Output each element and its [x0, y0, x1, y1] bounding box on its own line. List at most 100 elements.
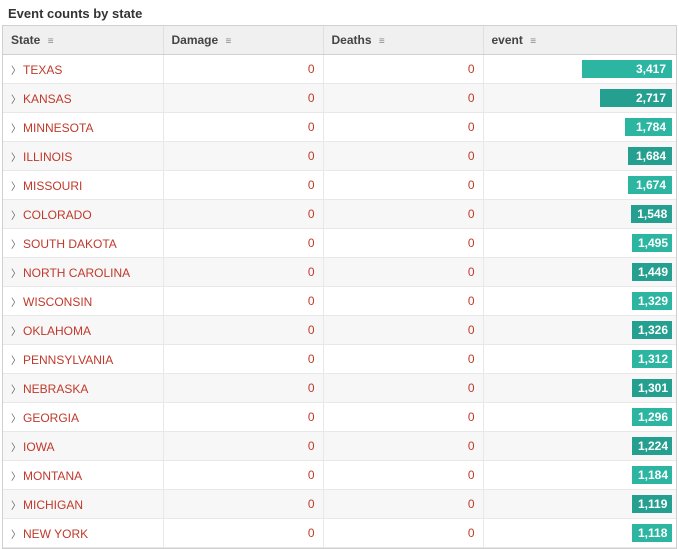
event-value: 1,684	[628, 147, 672, 165]
state-name: PENNSYLVANIA	[23, 353, 113, 367]
cell-state: 〉PENNSYLVANIA	[3, 345, 163, 374]
table-row: 〉MISSOURI00 1,674	[3, 171, 676, 200]
expand-icon[interactable]: 〉	[11, 211, 21, 222]
expand-icon[interactable]: 〉	[11, 269, 21, 280]
table-row: 〉WISCONSIN00 1,329	[3, 287, 676, 316]
cell-deaths: 0	[323, 519, 483, 548]
table-row: 〉SOUTH DAKOTA00 1,495	[3, 229, 676, 258]
state-name: MICHIGAN	[23, 498, 83, 512]
cell-damage: 0	[163, 84, 323, 113]
cell-event: 1,674	[483, 171, 676, 200]
sort-icon-event[interactable]: ≡	[530, 36, 536, 47]
event-bar-container: 1,184	[492, 466, 673, 484]
col-header-state[interactable]: State ≡	[3, 26, 163, 55]
state-name: NORTH CAROLINA	[23, 266, 130, 280]
expand-icon[interactable]: 〉	[11, 298, 21, 309]
sort-icon-deaths[interactable]: ≡	[379, 36, 385, 47]
cell-event: 1,119	[483, 490, 676, 519]
event-value: 1,784	[625, 118, 672, 136]
cell-damage: 0	[163, 287, 323, 316]
cell-event: 1,224	[483, 432, 676, 461]
state-name: COLORADO	[23, 208, 92, 222]
expand-icon[interactable]: 〉	[11, 472, 21, 483]
cell-state: 〉WISCONSIN	[3, 287, 163, 316]
cell-state: 〉MONTANA	[3, 461, 163, 490]
cell-damage: 0	[163, 461, 323, 490]
table-row: 〉OKLAHOMA00 1,326	[3, 316, 676, 345]
expand-icon[interactable]: 〉	[11, 240, 21, 251]
cell-damage: 0	[163, 55, 323, 84]
sort-icon-damage[interactable]: ≡	[226, 36, 232, 47]
table-row: 〉NORTH CAROLINA00 1,449	[3, 258, 676, 287]
cell-event: 1,329	[483, 287, 676, 316]
cell-event: 1,495	[483, 229, 676, 258]
expand-icon[interactable]: 〉	[11, 153, 21, 164]
event-bar-container: 1,118	[492, 524, 673, 542]
table-header-row: State ≡ Damage ≡ Deaths ≡ event ≡	[3, 26, 676, 55]
event-value: 1,674	[628, 176, 672, 194]
state-name: SOUTH DAKOTA	[23, 237, 117, 251]
cell-state: 〉GEORGIA	[3, 403, 163, 432]
cell-event: 1,449	[483, 258, 676, 287]
cell-deaths: 0	[323, 287, 483, 316]
event-value: 1,548	[631, 205, 672, 223]
cell-event: 1,118	[483, 519, 676, 548]
table-row: 〉ILLINOIS00 1,684	[3, 142, 676, 171]
cell-event: 1,301	[483, 374, 676, 403]
expand-icon[interactable]: 〉	[11, 66, 21, 77]
event-bar-container: 1,548	[492, 205, 673, 223]
table-row: 〉COLORADO00 1,548	[3, 200, 676, 229]
cell-state: 〉KANSAS	[3, 84, 163, 113]
expand-icon[interactable]: 〉	[11, 414, 21, 425]
table-row: 〉KANSAS00 2,717	[3, 84, 676, 113]
data-table: State ≡ Damage ≡ Deaths ≡ event ≡ 〉TEXAS…	[3, 26, 676, 548]
expand-icon[interactable]: 〉	[11, 182, 21, 193]
cell-state: 〉MISSOURI	[3, 171, 163, 200]
state-name: IOWA	[23, 440, 55, 454]
cell-deaths: 0	[323, 461, 483, 490]
event-value: 3,417	[582, 60, 672, 78]
cell-state: 〉OKLAHOMA	[3, 316, 163, 345]
state-name: WISCONSIN	[23, 295, 92, 309]
table-row: 〉PENNSYLVANIA00 1,312	[3, 345, 676, 374]
sort-icon-state[interactable]: ≡	[48, 36, 54, 47]
event-value: 1,449	[632, 263, 672, 281]
cell-damage: 0	[163, 374, 323, 403]
cell-state: 〉MICHIGAN	[3, 490, 163, 519]
table-row: 〉TEXAS 00 3,417	[3, 55, 676, 84]
cell-deaths: 0	[323, 142, 483, 171]
cell-state: 〉SOUTH DAKOTA	[3, 229, 163, 258]
cell-damage: 0	[163, 316, 323, 345]
cell-damage: 0	[163, 432, 323, 461]
state-name: TEXAS	[23, 63, 62, 77]
cell-state: 〉NEW YORK	[3, 519, 163, 548]
event-value: 2,717	[600, 89, 672, 107]
expand-icon[interactable]: 〉	[11, 501, 21, 512]
cell-event: 1,784	[483, 113, 676, 142]
event-value: 1,184	[632, 466, 672, 484]
expand-icon[interactable]: 〉	[11, 385, 21, 396]
col-header-event[interactable]: event ≡	[483, 26, 676, 55]
cell-state: 〉NORTH CAROLINA	[3, 258, 163, 287]
col-header-damage[interactable]: Damage ≡	[163, 26, 323, 55]
expand-icon[interactable]: 〉	[11, 124, 21, 135]
event-value: 1,495	[632, 234, 672, 252]
expand-icon[interactable]: 〉	[11, 356, 21, 367]
cell-damage: 0	[163, 142, 323, 171]
expand-icon[interactable]: 〉	[11, 530, 21, 541]
cell-damage: 0	[163, 490, 323, 519]
cell-state: 〉MINNESOTA	[3, 113, 163, 142]
expand-icon[interactable]: 〉	[11, 95, 21, 106]
event-bar-container: 1,119	[492, 495, 673, 513]
cell-deaths: 0	[323, 171, 483, 200]
expand-icon[interactable]: 〉	[11, 443, 21, 454]
cell-deaths: 0	[323, 403, 483, 432]
expand-icon[interactable]: 〉	[11, 327, 21, 338]
table-row: 〉MICHIGAN00 1,119	[3, 490, 676, 519]
cell-deaths: 0	[323, 55, 483, 84]
col-header-deaths[interactable]: Deaths ≡	[323, 26, 483, 55]
cell-damage: 0	[163, 258, 323, 287]
event-value: 1,224	[632, 437, 672, 455]
cell-event: 1,296	[483, 403, 676, 432]
cell-deaths: 0	[323, 84, 483, 113]
